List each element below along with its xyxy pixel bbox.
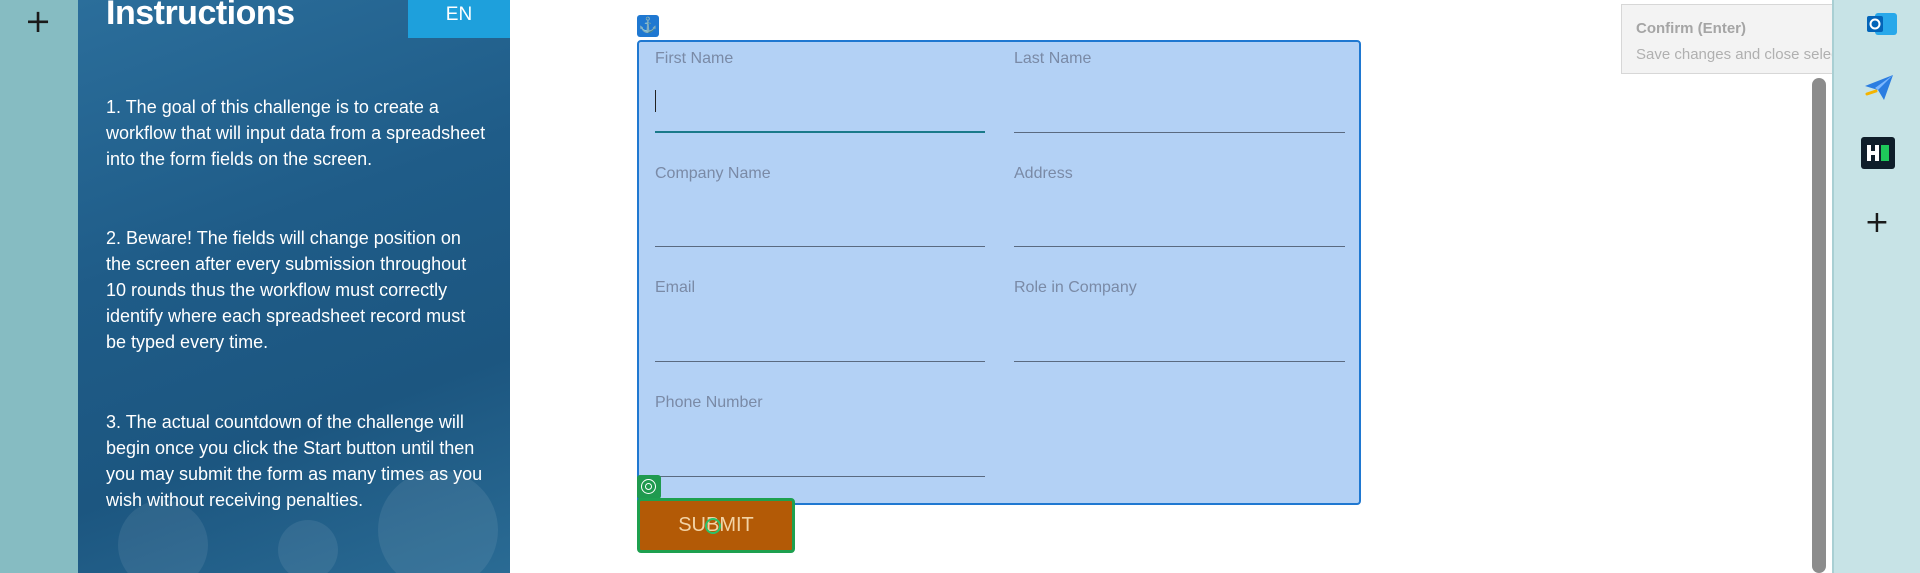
outlook-icon[interactable] bbox=[1865, 7, 1899, 41]
data-entry-form bbox=[637, 40, 1361, 505]
last-name-label: Last Name bbox=[1014, 50, 1092, 67]
vertical-scrollbar[interactable] bbox=[1812, 78, 1826, 573]
first-name-label: First Name bbox=[655, 50, 734, 67]
text-caret bbox=[655, 90, 656, 112]
anchor-icon[interactable]: ⚓ bbox=[637, 15, 659, 37]
tooltip-title: Confirm (Enter) bbox=[1636, 20, 1746, 37]
bokeh-decoration bbox=[278, 520, 338, 573]
email-field[interactable] bbox=[655, 361, 985, 362]
role-in-company-label: Role in Company bbox=[1014, 279, 1137, 296]
instructions-panel: Instructions EN 1. The goal of this chal… bbox=[78, 0, 510, 573]
address-field[interactable] bbox=[1014, 246, 1345, 247]
drag-handle-icon[interactable] bbox=[705, 518, 721, 534]
instruction-paragraph: 3. The actual countdown of the challenge… bbox=[106, 412, 483, 510]
last-name-field[interactable] bbox=[1014, 132, 1345, 133]
address-label: Address bbox=[1014, 165, 1073, 182]
instruction-paragraph: 2. Beware! The fields will change positi… bbox=[106, 228, 467, 352]
first-name-field[interactable] bbox=[655, 131, 985, 133]
left-sidebar: + bbox=[0, 0, 78, 573]
language-button[interactable]: EN bbox=[408, 0, 510, 38]
company-name-field[interactable] bbox=[655, 246, 985, 247]
instructions-title: Instructions bbox=[106, 0, 295, 32]
hub-icon[interactable] bbox=[1861, 137, 1895, 169]
target-icon[interactable] bbox=[637, 475, 661, 499]
company-name-label: Company Name bbox=[655, 165, 771, 182]
email-label: Email bbox=[655, 279, 696, 296]
send-icon[interactable] bbox=[1862, 70, 1896, 104]
phone-number-label: Phone Number bbox=[655, 394, 763, 411]
phone-number-field[interactable] bbox=[655, 476, 985, 477]
plus-icon[interactable]: + bbox=[1862, 208, 1892, 238]
role-in-company-field[interactable] bbox=[1014, 361, 1345, 362]
instruction-paragraph: 1. The goal of this challenge is to crea… bbox=[106, 97, 486, 169]
add-icon[interactable]: + bbox=[22, 5, 54, 37]
